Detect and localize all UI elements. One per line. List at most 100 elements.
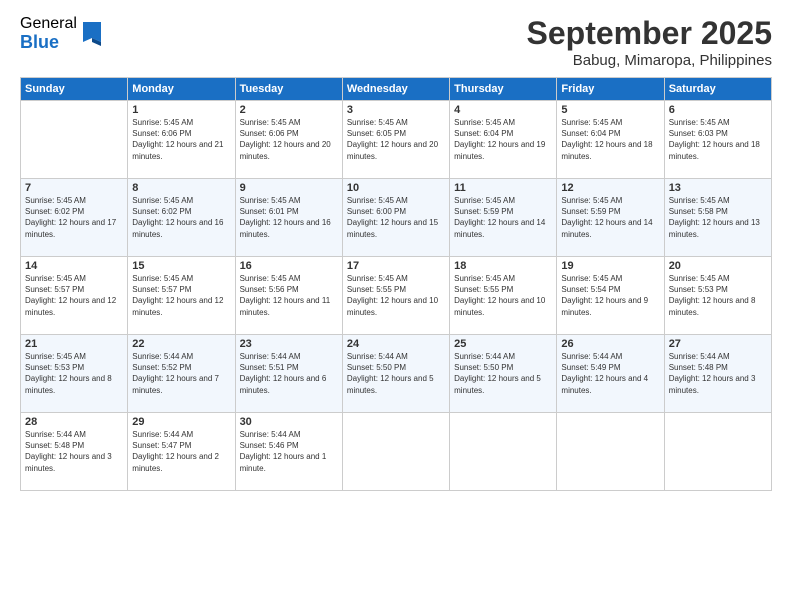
header: General Blue September 2025 Babug, Mimar… bbox=[20, 15, 772, 69]
week-row-4: 21Sunrise: 5:45 AMSunset: 5:53 PMDayligh… bbox=[21, 335, 772, 413]
day-number: 12 bbox=[561, 182, 659, 194]
calendar-cell: 22Sunrise: 5:44 AMSunset: 5:52 PMDayligh… bbox=[128, 335, 235, 413]
day-number: 1 bbox=[132, 104, 230, 116]
calendar-cell: 18Sunrise: 5:45 AMSunset: 5:55 PMDayligh… bbox=[450, 257, 557, 335]
day-number: 21 bbox=[25, 338, 123, 350]
header-monday: Monday bbox=[128, 78, 235, 101]
calendar-cell: 30Sunrise: 5:44 AMSunset: 5:46 PMDayligh… bbox=[235, 413, 342, 491]
day-number: 19 bbox=[561, 260, 659, 272]
day-info: Sunrise: 5:45 AMSunset: 6:01 PMDaylight:… bbox=[240, 195, 338, 240]
day-number: 29 bbox=[132, 416, 230, 428]
day-info: Sunrise: 5:45 AMSunset: 6:02 PMDaylight:… bbox=[132, 195, 230, 240]
day-info: Sunrise: 5:44 AMSunset: 5:48 PMDaylight:… bbox=[669, 351, 767, 396]
day-number: 13 bbox=[669, 182, 767, 194]
calendar-cell: 9Sunrise: 5:45 AMSunset: 6:01 PMDaylight… bbox=[235, 179, 342, 257]
calendar-cell: 8Sunrise: 5:45 AMSunset: 6:02 PMDaylight… bbox=[128, 179, 235, 257]
logo: General Blue bbox=[20, 15, 103, 52]
day-info: Sunrise: 5:45 AMSunset: 6:00 PMDaylight:… bbox=[347, 195, 445, 240]
day-number: 16 bbox=[240, 260, 338, 272]
day-number: 9 bbox=[240, 182, 338, 194]
calendar-cell: 24Sunrise: 5:44 AMSunset: 5:50 PMDayligh… bbox=[342, 335, 449, 413]
day-number: 26 bbox=[561, 338, 659, 350]
calendar-cell: 10Sunrise: 5:45 AMSunset: 6:00 PMDayligh… bbox=[342, 179, 449, 257]
day-number: 23 bbox=[240, 338, 338, 350]
day-number: 4 bbox=[454, 104, 552, 116]
day-number: 15 bbox=[132, 260, 230, 272]
month-title: September 2025 bbox=[527, 15, 772, 52]
calendar-cell: 5Sunrise: 5:45 AMSunset: 6:04 PMDaylight… bbox=[557, 101, 664, 179]
calendar-cell bbox=[450, 413, 557, 491]
day-info: Sunrise: 5:44 AMSunset: 5:46 PMDaylight:… bbox=[240, 429, 338, 474]
header-friday: Friday bbox=[557, 78, 664, 101]
day-number: 20 bbox=[669, 260, 767, 272]
calendar-cell: 14Sunrise: 5:45 AMSunset: 5:57 PMDayligh… bbox=[21, 257, 128, 335]
calendar-cell: 13Sunrise: 5:45 AMSunset: 5:58 PMDayligh… bbox=[664, 179, 771, 257]
calendar-cell: 15Sunrise: 5:45 AMSunset: 5:57 PMDayligh… bbox=[128, 257, 235, 335]
day-number: 3 bbox=[347, 104, 445, 116]
day-info: Sunrise: 5:44 AMSunset: 5:48 PMDaylight:… bbox=[25, 429, 123, 474]
day-number: 11 bbox=[454, 182, 552, 194]
week-row-5: 28Sunrise: 5:44 AMSunset: 5:48 PMDayligh… bbox=[21, 413, 772, 491]
day-info: Sunrise: 5:45 AMSunset: 6:04 PMDaylight:… bbox=[561, 117, 659, 162]
day-number: 10 bbox=[347, 182, 445, 194]
title-block: September 2025 Babug, Mimaropa, Philippi… bbox=[527, 15, 772, 69]
day-info: Sunrise: 5:45 AMSunset: 6:04 PMDaylight:… bbox=[454, 117, 552, 162]
calendar-cell bbox=[557, 413, 664, 491]
day-info: Sunrise: 5:45 AMSunset: 5:53 PMDaylight:… bbox=[25, 351, 123, 396]
day-info: Sunrise: 5:45 AMSunset: 6:05 PMDaylight:… bbox=[347, 117, 445, 162]
header-sunday: Sunday bbox=[21, 78, 128, 101]
day-number: 8 bbox=[132, 182, 230, 194]
logo-icon bbox=[81, 18, 103, 46]
calendar-cell: 1Sunrise: 5:45 AMSunset: 6:06 PMDaylight… bbox=[128, 101, 235, 179]
day-number: 27 bbox=[669, 338, 767, 350]
day-info: Sunrise: 5:45 AMSunset: 5:57 PMDaylight:… bbox=[132, 273, 230, 318]
calendar-cell bbox=[664, 413, 771, 491]
day-info: Sunrise: 5:44 AMSunset: 5:50 PMDaylight:… bbox=[454, 351, 552, 396]
calendar-cell: 23Sunrise: 5:44 AMSunset: 5:51 PMDayligh… bbox=[235, 335, 342, 413]
day-info: Sunrise: 5:44 AMSunset: 5:47 PMDaylight:… bbox=[132, 429, 230, 474]
calendar-cell: 21Sunrise: 5:45 AMSunset: 5:53 PMDayligh… bbox=[21, 335, 128, 413]
header-saturday: Saturday bbox=[664, 78, 771, 101]
calendar-cell: 29Sunrise: 5:44 AMSunset: 5:47 PMDayligh… bbox=[128, 413, 235, 491]
day-info: Sunrise: 5:45 AMSunset: 5:58 PMDaylight:… bbox=[669, 195, 767, 240]
day-info: Sunrise: 5:45 AMSunset: 6:06 PMDaylight:… bbox=[240, 117, 338, 162]
header-thursday: Thursday bbox=[450, 78, 557, 101]
calendar-cell: 12Sunrise: 5:45 AMSunset: 5:59 PMDayligh… bbox=[557, 179, 664, 257]
day-info: Sunrise: 5:45 AMSunset: 6:02 PMDaylight:… bbox=[25, 195, 123, 240]
calendar-cell: 25Sunrise: 5:44 AMSunset: 5:50 PMDayligh… bbox=[450, 335, 557, 413]
calendar-cell: 4Sunrise: 5:45 AMSunset: 6:04 PMDaylight… bbox=[450, 101, 557, 179]
day-number: 14 bbox=[25, 260, 123, 272]
calendar-cell bbox=[21, 101, 128, 179]
day-info: Sunrise: 5:45 AMSunset: 5:54 PMDaylight:… bbox=[561, 273, 659, 318]
location-title: Babug, Mimaropa, Philippines bbox=[527, 52, 772, 69]
day-info: Sunrise: 5:44 AMSunset: 5:50 PMDaylight:… bbox=[347, 351, 445, 396]
page: General Blue September 2025 Babug, Mimar… bbox=[0, 0, 792, 612]
calendar-cell: 17Sunrise: 5:45 AMSunset: 5:55 PMDayligh… bbox=[342, 257, 449, 335]
day-number: 2 bbox=[240, 104, 338, 116]
logo-text: General Blue bbox=[20, 15, 77, 52]
day-number: 25 bbox=[454, 338, 552, 350]
day-info: Sunrise: 5:45 AMSunset: 6:03 PMDaylight:… bbox=[669, 117, 767, 162]
calendar-cell: 28Sunrise: 5:44 AMSunset: 5:48 PMDayligh… bbox=[21, 413, 128, 491]
day-info: Sunrise: 5:45 AMSunset: 5:59 PMDaylight:… bbox=[561, 195, 659, 240]
day-number: 18 bbox=[454, 260, 552, 272]
calendar-cell: 20Sunrise: 5:45 AMSunset: 5:53 PMDayligh… bbox=[664, 257, 771, 335]
calendar-cell: 11Sunrise: 5:45 AMSunset: 5:59 PMDayligh… bbox=[450, 179, 557, 257]
logo-blue: Blue bbox=[20, 33, 77, 53]
day-number: 17 bbox=[347, 260, 445, 272]
week-row-1: 1 Sunrise: 5:45 AMSunset: 6:06 PMDaylight… bbox=[21, 101, 772, 179]
day-info: Sunrise: 5:45 AMSunset: 5:57 PMDaylight:… bbox=[25, 273, 123, 318]
day-number: 22 bbox=[132, 338, 230, 350]
day-info: Sunrise: 5:44 AMSunset: 5:51 PMDaylight:… bbox=[240, 351, 338, 396]
day-info: Sunrise: 5:45 AMSunset: 5:55 PMDaylight:… bbox=[454, 273, 552, 318]
calendar-cell: 2Sunrise: 5:45 AMSunset: 6:06 PMDaylight… bbox=[235, 101, 342, 179]
logo-general: General bbox=[20, 15, 77, 33]
day-info: Sunrise: 5:45 AMSunset: 5:53 PMDaylight:… bbox=[669, 273, 767, 318]
calendar-cell: 26Sunrise: 5:44 AMSunset: 5:49 PMDayligh… bbox=[557, 335, 664, 413]
calendar-table: SundayMondayTuesdayWednesdayThursdayFrid… bbox=[20, 77, 772, 491]
header-wednesday: Wednesday bbox=[342, 78, 449, 101]
header-row: SundayMondayTuesdayWednesdayThursdayFrid… bbox=[21, 78, 772, 101]
day-info: Sunrise: 5:45 AMSunset: 5:59 PMDaylight:… bbox=[454, 195, 552, 240]
calendar-cell bbox=[342, 413, 449, 491]
day-info: Sunrise: 5:45 AMSunset: 5:56 PMDaylight:… bbox=[240, 273, 338, 318]
